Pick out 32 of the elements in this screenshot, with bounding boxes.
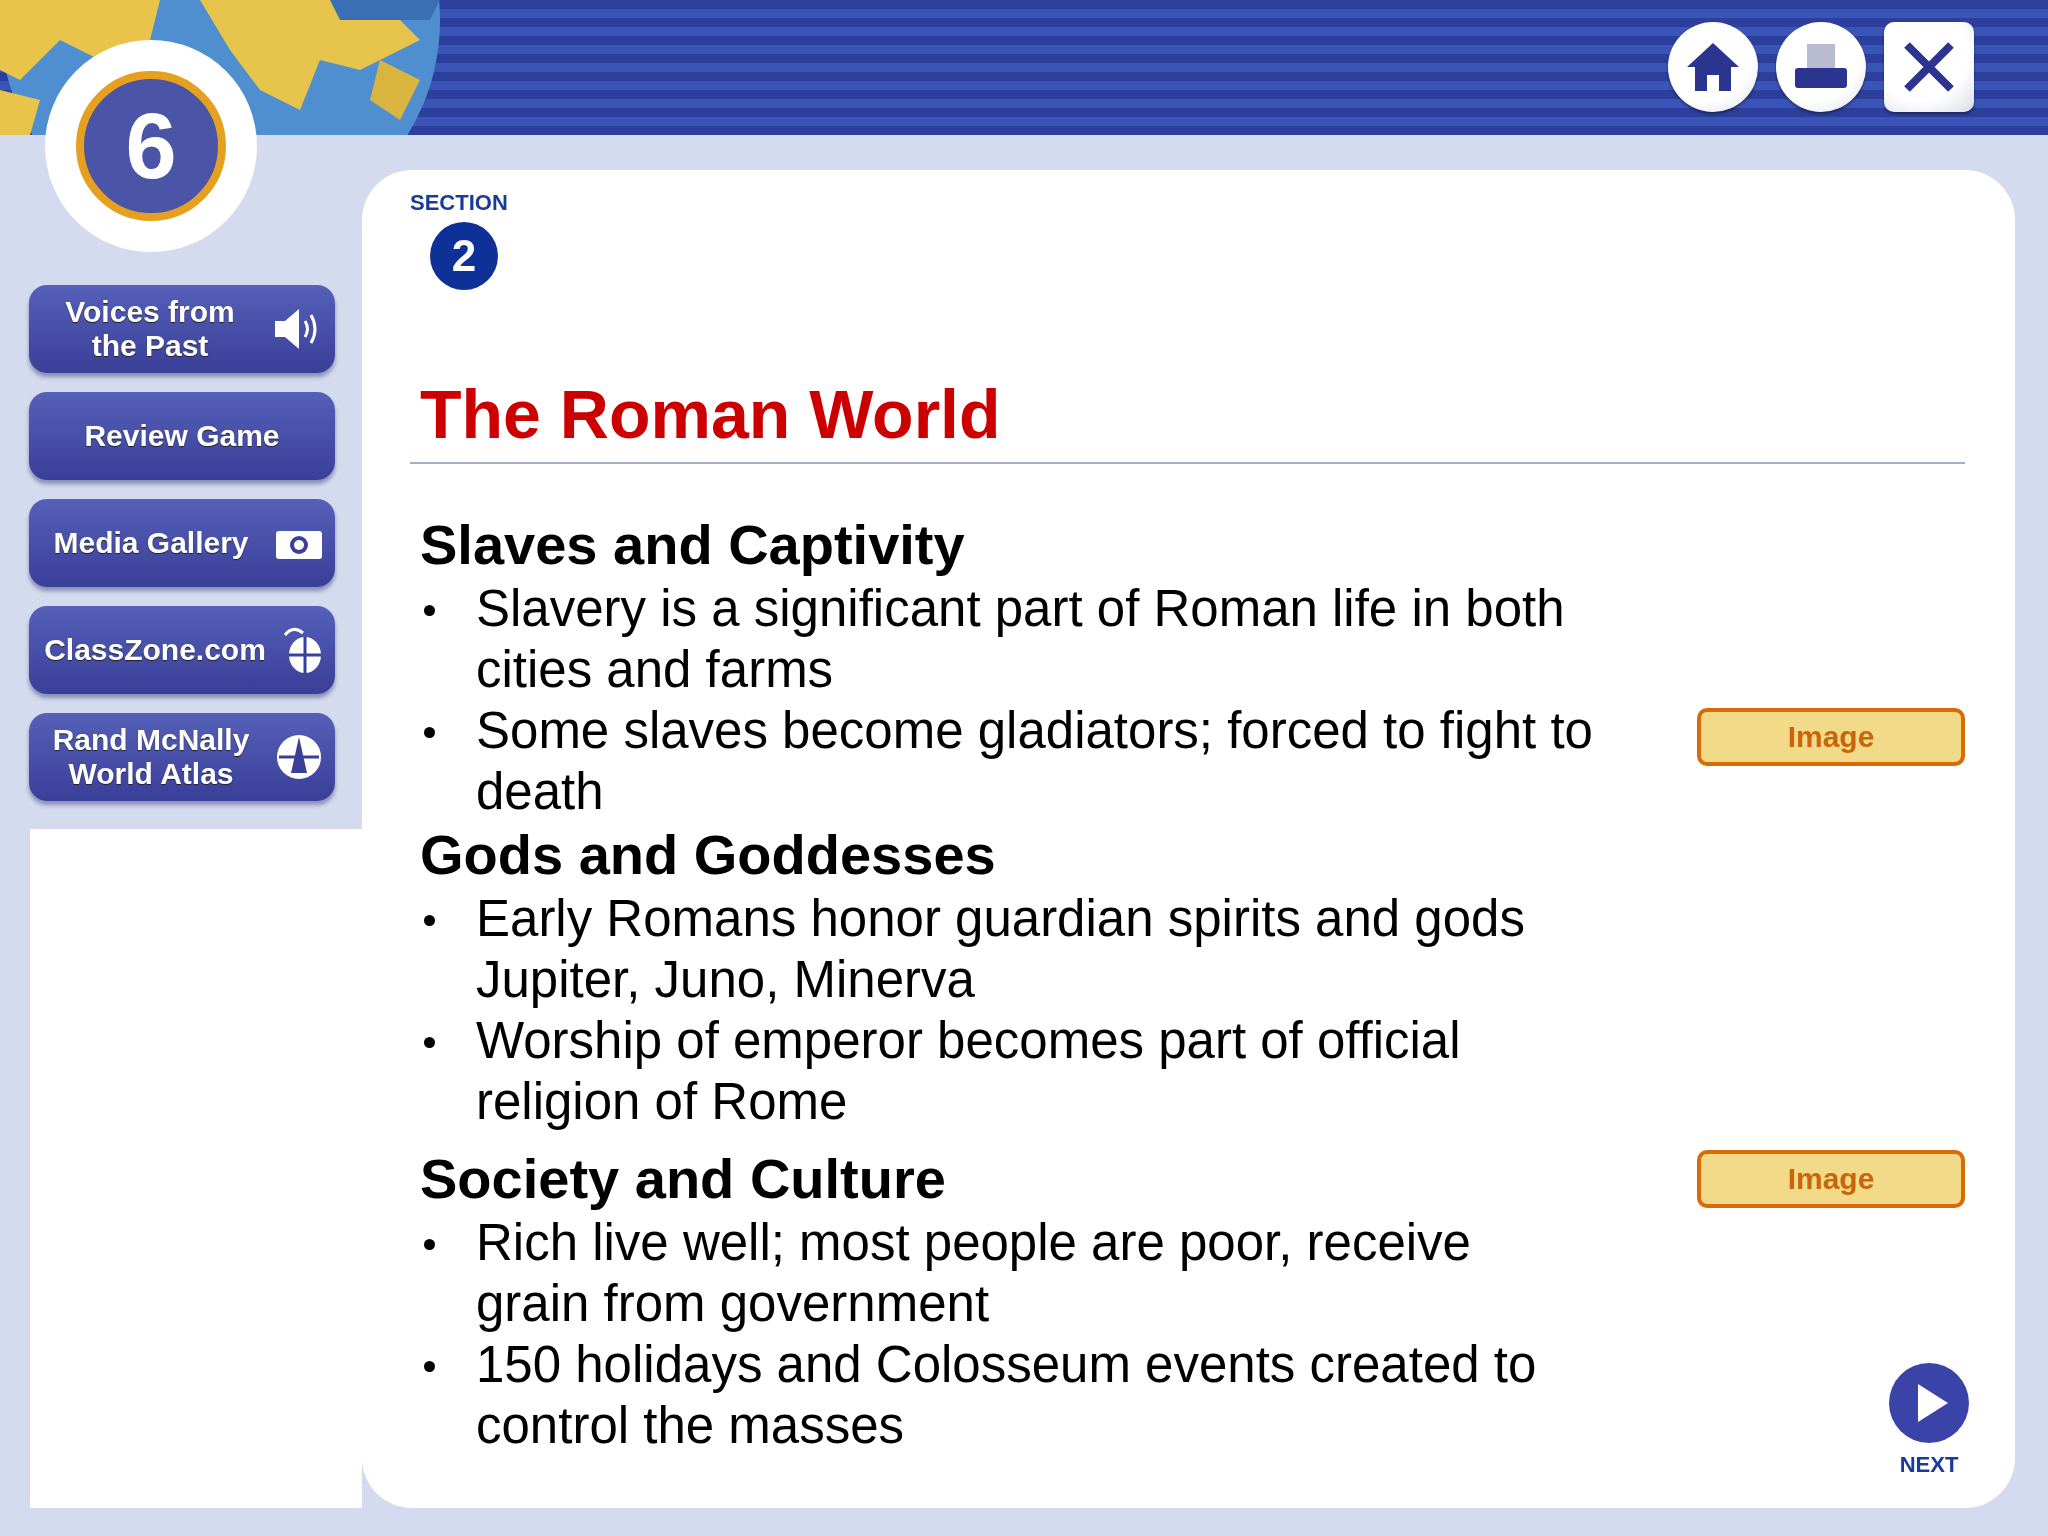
bullet-icon <box>424 1361 435 1372</box>
sidebar-button[interactable]: ClassZone.com <box>29 606 335 694</box>
bullet-text: Early Romans honor guardian spirits and gods Jupiter, Juno, Minerva <box>476 889 1526 1010</box>
bullet-text: Some slaves become gladiators; forced to fight to death <box>476 701 1594 822</box>
sidebar-button[interactable]: Review Game <box>29 392 335 480</box>
topic-heading: Slaves and Captivity <box>420 512 966 578</box>
home-icon <box>1685 41 1741 93</box>
slide-title: The Roman World <box>420 375 1002 454</box>
globe-icon <box>283 625 323 675</box>
sidebar-button[interactable]: Rand McNally World Atlas <box>29 713 335 801</box>
close-button[interactable] <box>1884 22 1974 112</box>
bullet-text: Slavery is a significant part of Roman life in both cities and farms <box>476 579 1566 700</box>
play-icon <box>1888 1362 1970 1444</box>
compass-icon <box>275 733 323 781</box>
bullet-icon <box>424 915 435 926</box>
section-number: 2 <box>430 222 498 290</box>
section-label: SECTION <box>410 190 509 216</box>
bullet-icon <box>424 727 435 738</box>
topic-heading: Gods and Goddesses <box>420 822 997 888</box>
bullet-icon <box>424 605 435 616</box>
next-button[interactable]: NEXT <box>1888 1362 1970 1478</box>
sidebar-button[interactable]: Media Gallery <box>29 499 335 587</box>
chapter-number: 6 <box>76 71 226 221</box>
sidebar-button[interactable]: Voices from the Past <box>29 285 335 373</box>
home-button[interactable] <box>1668 22 1758 112</box>
bullet-text: 150 holidays and Colosseum events created to control the masses <box>476 1335 1538 1456</box>
bullet-icon <box>424 1037 435 1048</box>
print-button[interactable] <box>1776 22 1866 112</box>
bullet-text: Rich live well; most people are poor, receive grain from government <box>476 1213 1472 1334</box>
bullet-icon <box>424 1239 435 1250</box>
bullet-text: Worship of emperor becomes part of official religion of Rome <box>476 1011 1462 1132</box>
topic-heading: Society and Culture <box>420 1146 947 1212</box>
